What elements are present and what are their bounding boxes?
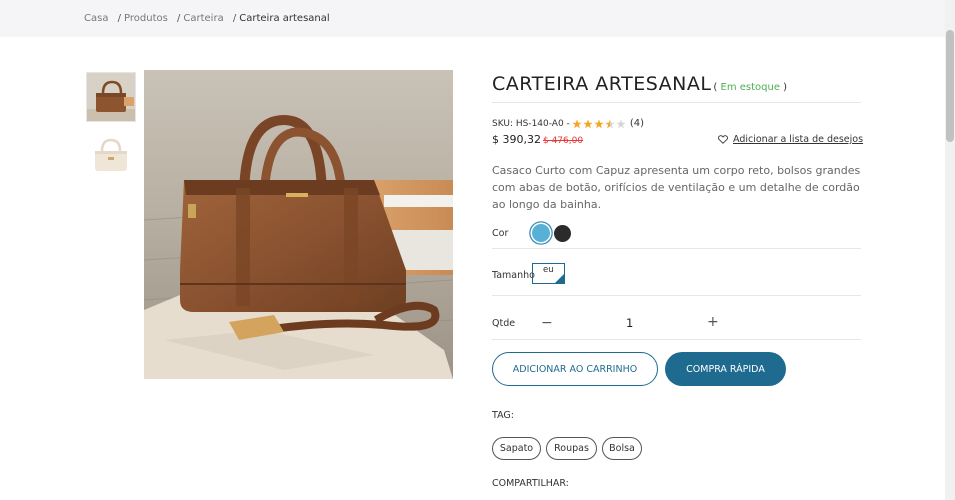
- thumbnail-brown-bag[interactable]: [86, 72, 136, 122]
- product-description: Casaco Curto com Capuz apresenta um corp…: [492, 164, 861, 211]
- product-main-image[interactable]: [144, 70, 453, 379]
- wishlist-label: Adicionar a lista de desejos: [733, 134, 864, 145]
- divider: [492, 102, 861, 103]
- breadcrumb-current: Carteira artesanal: [239, 13, 330, 24]
- sku-text: SKU: HS-140-A0 -: [492, 118, 570, 129]
- star-full-icon: [572, 119, 582, 128]
- color-label: Cor: [492, 228, 509, 239]
- scrollbar-thumb[interactable]: [946, 30, 954, 142]
- breadcrumb-separator: /: [177, 13, 181, 24]
- size-option-eu[interactable]: eu: [532, 263, 565, 284]
- breadcrumb: Casa / Produtos / Carteira / Carteira artes…: [84, 13, 330, 24]
- page-scrollbar[interactable]: [945, 0, 955, 500]
- thumbnail-white-bag[interactable]: [86, 133, 136, 183]
- color-swatch-blue[interactable]: [532, 224, 550, 242]
- star-empty-icon: [616, 119, 626, 128]
- heart-icon: [718, 135, 728, 144]
- breadcrumb-link-carteira[interactable]: Carteira: [183, 13, 223, 24]
- product-name: CARTEIRA ARTESANAL: [492, 73, 712, 95]
- quantity-label: Qtde: [492, 318, 516, 329]
- stock-status: ( Em estoque ): [713, 82, 788, 93]
- star-half-icon: [605, 119, 615, 128]
- current-price: $ 390,32: [492, 133, 541, 146]
- star-full-icon: [594, 119, 604, 128]
- quick-buy-button[interactable]: COMPRA RÁPIDA: [665, 352, 786, 386]
- quantity-decrease-button[interactable]: −: [541, 315, 553, 331]
- quantity-input[interactable]: 1: [626, 316, 633, 330]
- divider: [492, 248, 861, 249]
- color-swatch-black[interactable]: [554, 225, 571, 242]
- tag-sapato[interactable]: Sapato: [492, 437, 541, 460]
- price: $ 390,32 $ 476,00: [492, 133, 583, 146]
- tags-label: TAG:: [492, 410, 514, 421]
- star-full-icon: [583, 119, 593, 128]
- selected-corner-marker: [555, 274, 564, 283]
- size-label: Tamanho: [492, 270, 535, 281]
- old-price: $ 476,00: [542, 136, 584, 146]
- add-to-cart-button[interactable]: ADICIONAR AO CARRINHO: [492, 352, 658, 386]
- divider: [492, 295, 861, 296]
- divider: [492, 339, 861, 340]
- star-rating: [572, 119, 627, 129]
- share-label: COMPARTILHAR:: [492, 478, 569, 489]
- breadcrumb-link-produtos[interactable]: Produtos: [124, 13, 168, 24]
- size-value: eu: [543, 265, 554, 275]
- breadcrumb-separator: /: [232, 13, 237, 24]
- breadcrumb-separator: /: [117, 13, 122, 24]
- product-title: CARTEIRA ARTESANAL( Em estoque ): [492, 73, 787, 95]
- breadcrumb-bar: Casa / Produtos / Carteira / Carteira artes…: [0, 0, 945, 37]
- tag-bolsa[interactable]: Bolsa: [602, 437, 642, 460]
- quantity-increase-button[interactable]: +: [707, 314, 719, 330]
- tag-roupas[interactable]: Roupas: [546, 437, 597, 460]
- review-count[interactable]: (4): [630, 118, 644, 129]
- sku-rating-row: SKU: HS-140-A0 - (4): [492, 118, 644, 129]
- add-to-wishlist-link[interactable]: Adicionar a lista de desejos: [718, 134, 863, 145]
- breadcrumb-link-casa[interactable]: Casa: [84, 13, 108, 24]
